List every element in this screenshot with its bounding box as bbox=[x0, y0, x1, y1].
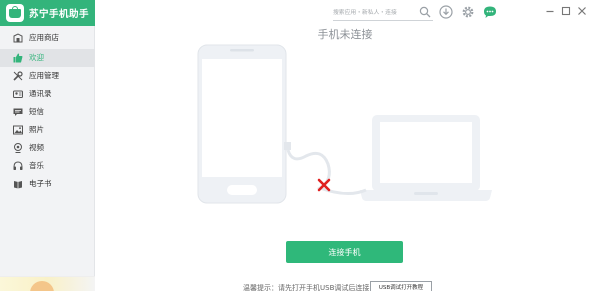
settings-icon[interactable] bbox=[461, 5, 475, 19]
sidebar-item-label: 照片 bbox=[29, 125, 44, 134]
sidebar-item-app-store[interactable]: 应用商店 bbox=[0, 29, 95, 47]
tools-icon bbox=[13, 71, 23, 81]
contacts-icon bbox=[13, 90, 23, 98]
sidebar: 苏宁手机助手 应用商店 欢迎 应用管理 通讯录 短信 照片 视频 音乐 电子书 bbox=[0, 0, 95, 291]
app-logo bbox=[6, 4, 24, 22]
chat-icon[interactable] bbox=[483, 5, 497, 19]
brand-header: 苏宁手机助手 bbox=[0, 0, 95, 26]
sidebar-item-videos[interactable]: 视频 bbox=[0, 139, 95, 157]
app-title: 苏宁手机助手 bbox=[29, 9, 90, 20]
minimize-icon[interactable] bbox=[544, 5, 556, 17]
sidebar-item-label: 应用商店 bbox=[29, 33, 59, 42]
search-icon[interactable] bbox=[419, 6, 431, 18]
sidebar-item-label: 电子书 bbox=[29, 179, 52, 188]
connection-status-title: 手机未连接 bbox=[317, 28, 373, 41]
usb-debug-guide-button[interactable]: USB调试打开教程 bbox=[370, 281, 432, 291]
search-input[interactable] bbox=[333, 6, 415, 19]
close-icon[interactable] bbox=[576, 5, 588, 17]
usb-debug-tip: 温馨提示：请先打开手机USB调试后连接 bbox=[243, 284, 370, 291]
sidebar-item-contacts[interactable]: 通讯录 bbox=[0, 85, 95, 103]
search-box bbox=[333, 5, 433, 21]
maximize-icon[interactable] bbox=[560, 5, 572, 17]
connect-phone-button[interactable]: 连接手机 bbox=[286, 241, 403, 263]
sidebar-item-label: 视频 bbox=[29, 143, 44, 152]
sidebar-item-label: 短信 bbox=[29, 107, 44, 116]
disconnected-x-icon bbox=[317, 178, 331, 192]
promo-banner[interactable] bbox=[0, 276, 95, 291]
download-icon[interactable] bbox=[439, 5, 453, 19]
sidebar-item-ebooks[interactable]: 电子书 bbox=[0, 175, 95, 193]
sidebar-item-label: 音乐 bbox=[29, 161, 44, 170]
ebook-icon bbox=[14, 181, 22, 189]
video-icon bbox=[14, 143, 22, 153]
store-icon bbox=[13, 33, 23, 43]
sidebar-item-photos[interactable]: 照片 bbox=[0, 121, 95, 139]
sidebar-item-label: 应用管理 bbox=[29, 71, 59, 80]
sidebar-item-welcome[interactable]: 欢迎 bbox=[0, 49, 95, 67]
sidebar-item-music[interactable]: 音乐 bbox=[0, 157, 95, 175]
sidebar-item-label: 通讯录 bbox=[29, 89, 52, 98]
photo-icon bbox=[13, 125, 23, 135]
thumbs-up-icon bbox=[13, 53, 23, 63]
sidebar-item-messages[interactable]: 短信 bbox=[0, 103, 95, 121]
sidebar-item-label: 欢迎 bbox=[29, 53, 44, 62]
sidebar-item-app-manager[interactable]: 应用管理 bbox=[0, 67, 95, 85]
message-icon bbox=[13, 108, 23, 116]
app-window: 苏宁手机助手 应用商店 欢迎 应用管理 通讯录 短信 照片 视频 音乐 电子书 … bbox=[0, 0, 590, 291]
music-icon bbox=[13, 161, 23, 170]
laptop-illustration bbox=[360, 115, 492, 201]
